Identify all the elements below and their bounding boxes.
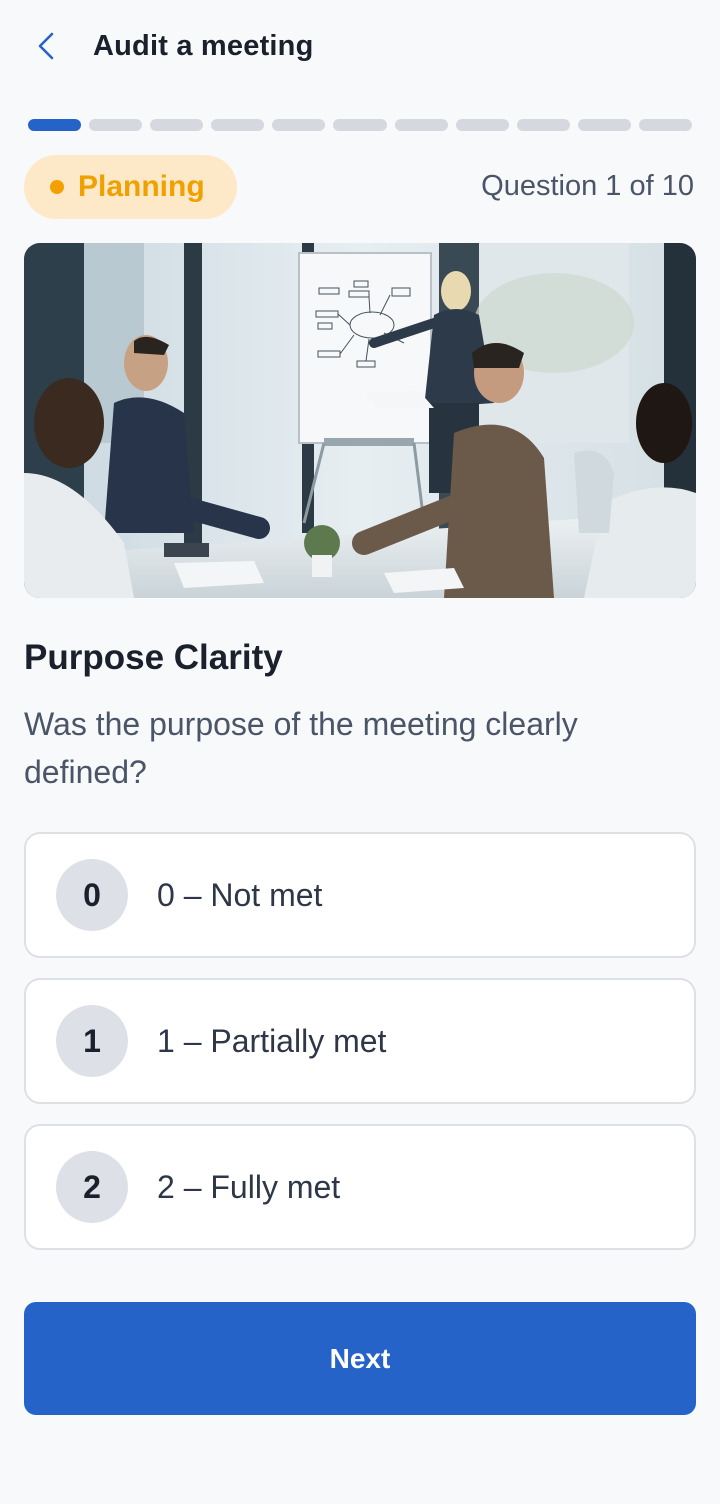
option-number: 1 (56, 1005, 128, 1077)
progress-segment (272, 119, 326, 131)
progress-segment (89, 119, 143, 131)
category-badge: Planning (24, 155, 237, 219)
answer-option-1[interactable]: 1 1 – Partially met (24, 978, 696, 1104)
progress-segment (28, 119, 82, 131)
badge-dot-icon (50, 180, 64, 194)
option-number: 2 (56, 1151, 128, 1223)
progress-segment (394, 119, 448, 131)
meeting-illustration (24, 243, 696, 598)
answer-option-0[interactable]: 0 0 – Not met (24, 832, 696, 958)
progress-segment (333, 119, 387, 131)
next-button[interactable]: Next (24, 1302, 696, 1415)
progress-bar (28, 119, 693, 131)
progress-segment (150, 119, 204, 131)
page-title: Audit a meeting (93, 30, 314, 62)
category-label: Planning (78, 170, 205, 203)
option-number: 0 (56, 859, 128, 931)
progress-segment (211, 119, 265, 131)
answer-option-2[interactable]: 2 2 – Fully met (24, 1124, 696, 1250)
app-header: Audit a meeting (0, 0, 720, 100)
progress-segment (638, 119, 693, 131)
meeting-photo (24, 243, 696, 598)
question-counter: Question 1 of 10 (481, 170, 694, 202)
back-button[interactable] (26, 26, 66, 66)
progress-segment (516, 119, 570, 131)
option-label: 0 – Not met (157, 876, 323, 913)
option-label: 1 – Partially met (157, 1022, 387, 1059)
chevron-left-icon (38, 32, 54, 60)
progress-segment (577, 119, 631, 131)
audit-screen: Audit a meeting Planning Question 1 of 1… (0, 0, 720, 1504)
question-text: Was the purpose of the meeting clearly d… (24, 706, 578, 790)
option-label: 2 – Fully met (157, 1168, 341, 1205)
question-title: Purpose Clarity (24, 638, 283, 677)
progress-segment (455, 119, 509, 131)
